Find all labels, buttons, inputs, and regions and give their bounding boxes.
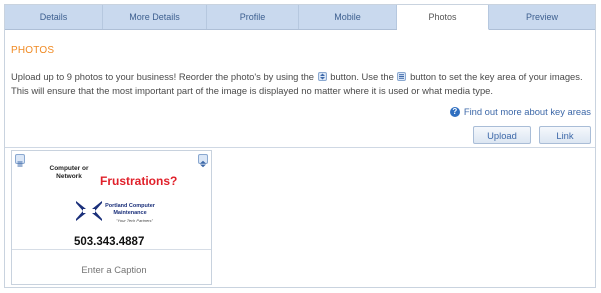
tab-profile[interactable]: Profile bbox=[207, 5, 299, 29]
photo-card: Computer or Network Frustrations? Portla… bbox=[11, 150, 212, 285]
card-divider bbox=[12, 249, 211, 250]
divider bbox=[5, 147, 595, 148]
tab-details[interactable]: Details bbox=[5, 5, 103, 29]
tab-preview[interactable]: Preview bbox=[489, 5, 595, 29]
tab-photos[interactable]: Photos bbox=[397, 5, 489, 30]
logo-text: Computer or bbox=[49, 165, 89, 172]
logo-text: Portland Computer bbox=[105, 203, 155, 209]
section-description: Upload up to 9 photos to your business! … bbox=[11, 70, 596, 98]
logo-headline: Frustrations? bbox=[100, 174, 178, 188]
link-button[interactable]: Link bbox=[539, 126, 591, 144]
key-area-icon[interactable] bbox=[15, 154, 25, 167]
tab-mobile[interactable]: Mobile bbox=[299, 5, 397, 29]
description-text: Upload up to 9 photos to your business! … bbox=[11, 71, 315, 82]
tab-bar: Details More Details Profile Mobile Phot… bbox=[5, 5, 595, 30]
upload-button[interactable]: Upload bbox=[473, 126, 531, 144]
arrows-logo-icon bbox=[76, 201, 102, 221]
tab-more-details[interactable]: More Details bbox=[103, 5, 207, 29]
key-area-icon bbox=[397, 72, 407, 82]
description-text: button. Use the bbox=[330, 71, 394, 82]
reorder-icon bbox=[317, 72, 327, 82]
reorder-icon[interactable] bbox=[198, 154, 208, 168]
logo-text: Maintenance bbox=[113, 209, 147, 216]
caption-input[interactable] bbox=[22, 263, 206, 276]
help-link-row[interactable]: ? Find out more about key areas bbox=[449, 106, 591, 117]
logo-company: Portland Computer Maintenance bbox=[104, 203, 156, 216]
photos-panel: Details More Details Profile Mobile Phot… bbox=[4, 4, 596, 288]
help-link[interactable]: Find out more about key areas bbox=[464, 106, 591, 117]
help-icon: ? bbox=[449, 106, 460, 117]
logo-tagline: "Your Tech Partners" bbox=[116, 218, 153, 223]
photo-thumbnail: Computer or Network Frustrations? Portla… bbox=[38, 161, 198, 249]
logo-phone: 503.343.4887 bbox=[74, 236, 145, 248]
logo-text: Network bbox=[56, 173, 82, 180]
section-title: PHOTOS bbox=[11, 45, 55, 56]
